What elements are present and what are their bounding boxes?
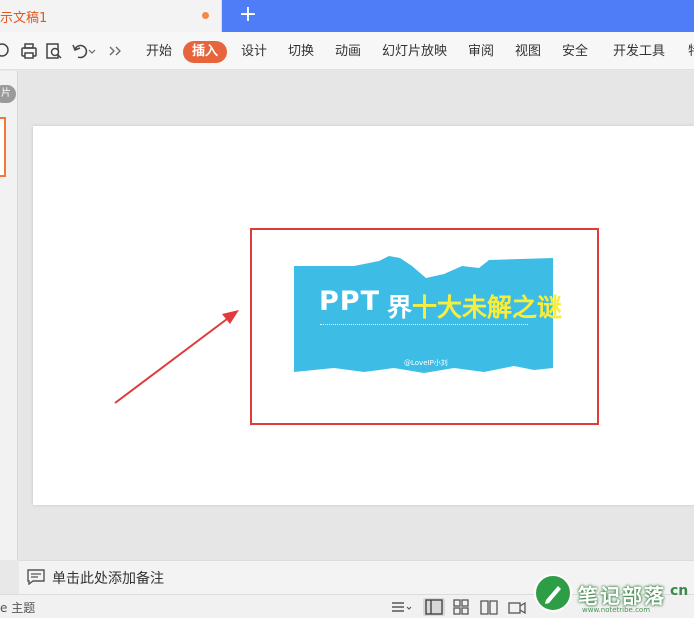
tab-insert[interactable]: 插入	[183, 41, 228, 63]
watermark-domain: www.notetribe.com	[582, 606, 651, 614]
notes-icon	[27, 569, 45, 585]
document-tab[interactable]: 示文稿1	[0, 0, 222, 32]
watermark-brand: 笔记部落	[578, 584, 666, 608]
watermark-suffix: cn	[670, 583, 689, 599]
tab-transitions[interactable]: 切换	[288, 41, 314, 63]
slide-thumbnail[interactable]	[0, 117, 6, 177]
print-preview-icon[interactable]	[44, 41, 64, 61]
arrow-annotation-icon	[114, 310, 239, 404]
tab-design[interactable]: 设计	[241, 41, 267, 63]
ribbon-bar: 开始 插入 设计 切换 动画 幻灯片放映 审阅 视图 安全 开发工具 特	[0, 32, 694, 70]
slide-thumbnail-panel: 片	[0, 71, 18, 560]
tab-home[interactable]: 开始	[146, 41, 172, 63]
unsaved-indicator-icon	[202, 12, 209, 19]
tab-special[interactable]: 特	[688, 41, 694, 63]
print-icon[interactable]	[19, 41, 39, 61]
tab-review[interactable]: 审阅	[468, 41, 494, 63]
watermark-logo: 笔记部落 www.notetribe.com cn	[530, 568, 694, 618]
cloud-save-icon[interactable]	[0, 41, 14, 61]
tab-developer[interactable]: 开发工具	[613, 41, 665, 63]
more-commands-icon[interactable]	[106, 41, 126, 61]
tab-animations[interactable]: 动画	[335, 41, 361, 63]
new-tab-button[interactable]: +	[238, 3, 258, 27]
undo-icon[interactable]	[70, 41, 98, 61]
tab-security[interactable]: 安全	[562, 41, 588, 63]
title-bar: 示文稿1 +	[0, 0, 694, 32]
normal-view-icon[interactable]	[423, 598, 445, 616]
document-title: 示文稿1	[0, 11, 48, 26]
notes-toggle-icon[interactable]	[390, 598, 414, 616]
slide-sorter-icon[interactable]	[452, 598, 470, 616]
panel-toggle-button[interactable]: 片	[0, 85, 16, 103]
watermark-pencil-icon	[534, 574, 572, 612]
theme-label: e 主题	[0, 601, 36, 615]
slideshow-icon[interactable]	[508, 598, 526, 616]
tab-view[interactable]: 视图	[515, 41, 541, 63]
reading-view-icon[interactable]	[480, 598, 498, 616]
editing-canvas: PPT 界十大未解之谜 @LoveIP小刘	[19, 71, 694, 560]
notes-placeholder: 单击此处添加备注	[52, 571, 164, 587]
tab-slideshow[interactable]: 幻灯片放映	[382, 41, 447, 63]
